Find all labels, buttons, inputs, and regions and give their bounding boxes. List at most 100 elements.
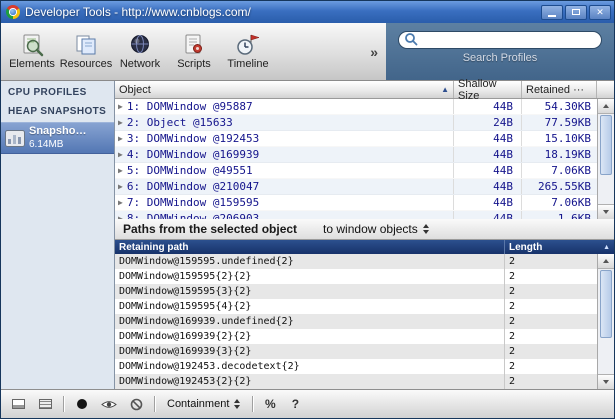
percent-button[interactable]: % (259, 397, 281, 411)
object-label: 4: DOMWindow @169939 (127, 148, 259, 161)
column-header-object[interactable]: Object ▲ (115, 81, 454, 98)
sort-ascending-icon: ▲ (441, 86, 449, 94)
object-row[interactable]: ▶2: Object @1563324B77.59KB (115, 115, 614, 131)
retaining-path-row[interactable]: DOMWindow@192453{2}{2}2 (115, 374, 614, 389)
console-button[interactable] (33, 394, 57, 414)
retained-size-value: 1.6KB (522, 211, 597, 219)
object-table: ▶1: DOMWindow @9588744B54.30KB▶2: Object… (115, 99, 614, 219)
shallow-size-value: 44B (454, 195, 522, 210)
status-bar: Containment % ? (1, 389, 614, 418)
object-row[interactable]: ▶4: DOMWindow @16993944B18.19KB (115, 147, 614, 163)
retaining-path-row[interactable]: DOMWindow@159595{4}{2}2 (115, 299, 614, 314)
dock-window-icon (12, 399, 25, 409)
chrome-logo-icon (6, 5, 20, 19)
disclosure-triangle-icon[interactable]: ▶ (118, 183, 123, 191)
object-row[interactable]: ▶6: DOMWindow @21004744B265.55KB (115, 179, 614, 195)
retaining-path-row[interactable]: DOMWindow@169939{3}{2}2 (115, 344, 614, 359)
view-mode-select[interactable]: Containment (161, 398, 246, 410)
inspect-button[interactable] (97, 394, 121, 414)
window-title: Developer Tools - http://www.cnblogs.com… (25, 5, 536, 19)
tab-elements[interactable]: Elements (5, 23, 59, 80)
sidebar-item-snapshot[interactable]: Snapsho… 6.14MB (1, 122, 114, 154)
retaining-path-row[interactable]: DOMWindow@159595{3}{2}2 (115, 284, 614, 299)
paths-table-header: Retaining path Length ▲ (115, 240, 614, 254)
snapshot-labels: Snapsho… 6.14MB (29, 125, 86, 150)
main-toolbar: Elements Resources Network (1, 23, 614, 81)
disclosure-triangle-icon[interactable]: ▶ (118, 167, 123, 175)
heap-snapshots-heading: HEAP SNAPSHOTS (1, 100, 114, 119)
retaining-path-row[interactable]: DOMWindow@159595.undefined{2}2 (115, 254, 614, 269)
disclosure-triangle-icon[interactable]: ▶ (118, 151, 123, 159)
tab-network[interactable]: Network (113, 23, 167, 80)
retaining-path-value: DOMWindow@169939{2}{2} (115, 329, 505, 344)
object-row[interactable]: ▶8: DOMWindow @20690344B1.6KB (115, 211, 614, 219)
dock-button[interactable] (6, 394, 30, 414)
magnifier-icon (404, 32, 418, 46)
disclosure-triangle-icon[interactable]: ▶ (118, 119, 123, 127)
scroll-up-button[interactable] (598, 99, 614, 114)
retaining-path-row[interactable]: DOMWindow@159595{2}{2}2 (115, 269, 614, 284)
retaining-paths-grid: Retaining path Length ▲ DOMWindow@159595… (115, 240, 614, 389)
retaining-path-row[interactable]: DOMWindow@169939.undefined{2}2 (115, 314, 614, 329)
sort-ascending-icon: ▲ (603, 244, 614, 251)
search-profiles-label: Search Profiles (463, 52, 538, 64)
paths-bar-label: Paths from the selected object (115, 222, 297, 236)
retaining-path-row[interactable]: DOMWindow@192453.decodetext{2}2 (115, 359, 614, 374)
scrollbar-track[interactable] (598, 339, 614, 374)
separator (252, 396, 253, 412)
paths-target-select[interactable]: to window objects (323, 222, 429, 236)
minimize-button[interactable] (541, 5, 563, 20)
close-button[interactable]: ✕ (589, 5, 611, 20)
retaining-path-value: DOMWindow@159595{3}{2} (115, 284, 505, 299)
scrollbar-track[interactable] (598, 176, 614, 204)
retaining-path-row[interactable]: DOMWindow@169939{2}{2}2 (115, 329, 614, 344)
console-icon (39, 399, 52, 409)
scroll-down-button[interactable] (598, 204, 614, 219)
disclosure-triangle-icon[interactable]: ▶ (118, 103, 123, 111)
snapshot-name: Snapsho… (29, 125, 86, 138)
tab-timeline[interactable]: Timeline (221, 23, 275, 80)
column-header-length[interactable]: Length ▲ (505, 240, 614, 254)
retaining-path-value: DOMWindow@192453{2}{2} (115, 374, 505, 389)
tab-resources[interactable]: Resources (59, 23, 113, 80)
paths-target-value: to window objects (323, 222, 418, 236)
object-table-scrollbar[interactable] (597, 99, 614, 219)
retained-size-value: 15.10KB (522, 131, 597, 146)
retaining-path-value: DOMWindow@159595.undefined{2} (115, 254, 505, 269)
scripts-icon (181, 33, 207, 57)
shallow-size-value: 44B (454, 147, 522, 162)
minimize-icon (548, 15, 556, 17)
scroll-down-button[interactable] (598, 374, 614, 389)
network-icon (127, 33, 153, 57)
column-header-retaining-path[interactable]: Retaining path (115, 240, 505, 254)
column-header-retained-size[interactable]: Retained ··· (522, 81, 597, 98)
disclosure-triangle-icon[interactable]: ▶ (118, 199, 123, 207)
column-header-shallow-size[interactable]: Shallow Size (454, 81, 522, 98)
header-corner (597, 81, 614, 98)
tab-scripts[interactable]: Scripts (167, 23, 221, 80)
object-row[interactable]: ▶3: DOMWindow @19245344B15.10KB (115, 131, 614, 147)
content-area: CPU PROFILES HEAP SNAPSHOTS Snapsho… 6.1… (1, 81, 614, 389)
disclosure-triangle-icon[interactable]: ▶ (118, 135, 123, 143)
scrollbar-thumb[interactable] (600, 270, 612, 338)
disclosure-triangle-icon[interactable]: ▶ (118, 215, 123, 220)
object-row[interactable]: ▶5: DOMWindow @4955144B7.06KB (115, 163, 614, 179)
paths-table-scrollbar[interactable] (597, 254, 614, 389)
toolbar-overflow-chevron[interactable]: » (362, 44, 386, 60)
search-panel: Search Profiles (386, 23, 614, 80)
object-row[interactable]: ▶7: DOMWindow @15959544B7.06KB (115, 195, 614, 211)
record-button[interactable] (70, 394, 94, 414)
maximize-button[interactable] (565, 5, 587, 20)
object-row[interactable]: ▶1: DOMWindow @9588744B54.30KB (115, 99, 614, 115)
object-label: 8: DOMWindow @206903 (127, 212, 259, 219)
help-button[interactable]: ? (284, 397, 306, 411)
shallow-size-value: 44B (454, 131, 522, 146)
view-mode-value: Containment (167, 398, 229, 410)
scroll-up-button[interactable] (598, 254, 614, 269)
scrollbar-thumb[interactable] (600, 115, 612, 175)
shallow-size-value: 44B (454, 99, 522, 114)
title-bar[interactable]: Developer Tools - http://www.cnblogs.com… (1, 1, 614, 23)
clear-button[interactable] (124, 394, 148, 414)
search-input[interactable] (398, 31, 602, 49)
object-label: 1: DOMWindow @95887 (127, 100, 253, 113)
